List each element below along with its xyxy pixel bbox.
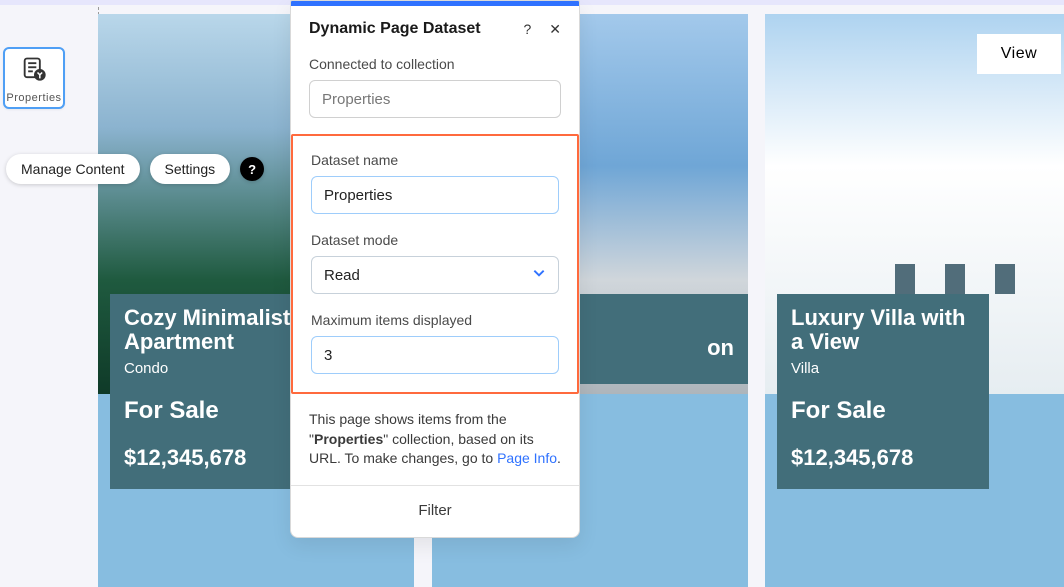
help-icon[interactable]: ?	[240, 157, 264, 181]
chevron-down-icon	[532, 266, 546, 284]
dataset-element[interactable]: Properties	[3, 47, 65, 109]
dataset-name-label: Dataset name	[311, 152, 559, 168]
property-price: $12,345,678	[791, 445, 975, 471]
property-info: Luxury Villa with a View Villa For Sale …	[777, 294, 989, 489]
connected-collection-value: Properties	[309, 80, 561, 118]
dataset-mode-select[interactable]: Read	[311, 256, 559, 294]
property-price: $12,345,678	[124, 445, 308, 471]
dataset-icon	[20, 55, 48, 88]
filter-button[interactable]: Filter	[291, 485, 579, 537]
panel-note: This page shows items from the "Properti…	[291, 394, 579, 485]
page-info-link[interactable]: Page Info	[497, 450, 557, 466]
dataset-mode-label: Dataset mode	[311, 232, 559, 248]
manage-content-button[interactable]: Manage Content	[6, 154, 140, 184]
view-button[interactable]: View	[977, 34, 1061, 74]
dataset-chip-label: Properties	[6, 92, 61, 104]
highlighted-section: Dataset name Dataset mode Read Maximum i…	[291, 134, 579, 394]
property-type: Condo	[124, 360, 308, 377]
dataset-settings-panel: Dynamic Page Dataset ? ✕ Connected to co…	[290, 0, 580, 538]
max-items-label: Maximum items displayed	[311, 312, 559, 328]
property-title: Cozy Minimalist Apartment	[124, 306, 308, 354]
property-card-2: View Luxury Villa with a View Villa For …	[765, 14, 1064, 587]
connected-collection-label: Connected to collection	[309, 56, 561, 72]
max-items-input[interactable]	[311, 336, 559, 374]
property-title: Luxury Villa with a View	[791, 306, 975, 354]
property-status: For Sale	[124, 397, 308, 425]
close-icon[interactable]: ✕	[549, 21, 561, 38]
settings-button[interactable]: Settings	[150, 154, 231, 184]
dataset-mode-value: Read	[324, 267, 360, 284]
property-status: For Sale	[791, 397, 975, 425]
dataset-name-input[interactable]	[311, 176, 559, 214]
property-type: Villa	[791, 360, 975, 377]
panel-help-icon[interactable]: ?	[523, 21, 531, 37]
panel-title: Dynamic Page Dataset	[309, 20, 481, 38]
